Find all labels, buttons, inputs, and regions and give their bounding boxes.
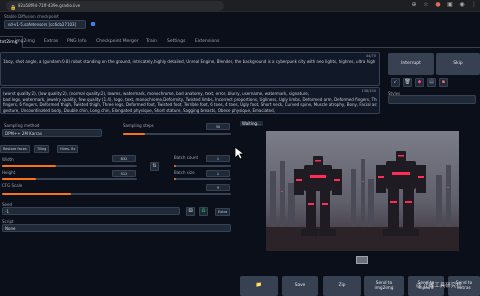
- batch-count-label: Batch count: [174, 155, 199, 160]
- sampling-steps-label: Sampling steps: [123, 123, 154, 128]
- width-label: Width: [2, 157, 14, 162]
- dice-icon[interactable]: ⚄: [186, 207, 195, 216]
- batch-count-slider[interactable]: [174, 165, 231, 167]
- cfg-scale-slider[interactable]: [2, 193, 231, 195]
- prompt-textarea[interactable]: 44/75 1boy, shot angle, a (gundam:0.8) r…: [0, 52, 380, 86]
- height-slider[interactable]: [2, 178, 137, 180]
- tab-extensions[interactable]: Extensions: [195, 36, 219, 48]
- account-icon[interactable]: ◉: [458, 1, 466, 9]
- batch-size-label: Batch size: [174, 170, 195, 175]
- hires-fix-checkbox[interactable]: Hires. fix: [57, 145, 79, 153]
- arrow-icon[interactable]: ↙: [391, 78, 400, 87]
- image-thumbnail[interactable]: [356, 256, 368, 264]
- checkpoint-label: Stable Diffusion checkpoint: [4, 14, 59, 19]
- tab-png-info[interactable]: PNG Info: [67, 36, 87, 48]
- tab-checkpoint-merger[interactable]: Checkpoint Merger: [96, 36, 139, 48]
- puzzle-icon[interactable]: ▣: [446, 1, 454, 9]
- sampling-method-dropdown[interactable]: DPM++ 2M Karras: [2, 129, 102, 137]
- slider-fill: [2, 165, 56, 167]
- interrupt-button[interactable]: Interrupt: [388, 53, 434, 75]
- seed-input[interactable]: -1: [2, 207, 180, 215]
- star-icon[interactable]: ☆: [422, 1, 430, 9]
- clipboard-icon[interactable]: ▤: [427, 78, 436, 87]
- swap-dimensions-icon[interactable]: ⇅: [150, 162, 159, 171]
- width-input[interactable]: 832: [112, 155, 136, 162]
- sampling-steps-slider[interactable]: [123, 133, 231, 135]
- watermark-text: @ 正確工具研究社: [416, 283, 462, 289]
- extra-networks-icon[interactable]: ◆: [415, 78, 424, 87]
- styles-dropdown[interactable]: [388, 95, 476, 104]
- progress-status: Waiting...: [240, 121, 263, 126]
- url-text: 82a58f94-71ff-439e.gradio.live: [18, 3, 81, 8]
- negative-prompt-line: gesture, Uncoordinated body, Double chin…: [3, 107, 275, 113]
- prompt-token-counter: 44/75: [365, 54, 376, 58]
- menu-icon[interactable]: ⋮: [470, 1, 478, 9]
- lock-icon: 🔒: [10, 5, 17, 11]
- open-folder-button[interactable]: 📁: [240, 276, 278, 296]
- browser-chrome: 🔒 82a58f94-71ff-439e.gradio.live ⊕ ☆ ● ▣…: [0, 0, 480, 12]
- slider-fill: [174, 178, 176, 180]
- slider-fill: [2, 178, 36, 180]
- negative-prompt-textarea[interactable]: 138/150 (worst quality:2), (low quality:…: [0, 87, 380, 114]
- tab-extras[interactable]: Extras: [44, 36, 58, 48]
- checkpoint-dropdown[interactable]: sd-v1-5.safetensors [cc6cb27103]: [4, 20, 86, 29]
- refresh-checkpoint-button[interactable]: [91, 22, 95, 26]
- script-dropdown[interactable]: None: [2, 224, 231, 232]
- slider-fill: [123, 133, 145, 135]
- main-tabs: txt2img img2img Extras PNG Info Checkpoi…: [0, 36, 480, 48]
- save-style-icon[interactable]: ▪: [439, 78, 448, 87]
- prompt-text: 1boy, shot angle, a (gundam:0.8) robot s…: [3, 59, 377, 64]
- mouse-cursor-icon: [234, 146, 244, 160]
- height-label: Height: [2, 170, 16, 175]
- batch-size-slider[interactable]: [174, 178, 231, 180]
- robot-scene-image: [266, 131, 459, 251]
- slider-fill: [2, 193, 71, 195]
- sampling-steps-input[interactable]: 30: [206, 123, 230, 130]
- generation-settings: Sampling method DPM++ 2M Karras Sampling…: [0, 120, 238, 240]
- trash-icon[interactable]: 🗑: [403, 78, 412, 87]
- generated-image[interactable]: [266, 131, 459, 251]
- zip-button[interactable]: Zip: [323, 276, 361, 296]
- recycle-icon[interactable]: ♻: [199, 207, 208, 216]
- sampling-method-label: Sampling method: [4, 123, 40, 128]
- tab-settings[interactable]: Settings: [167, 36, 185, 48]
- width-slider[interactable]: [2, 165, 137, 167]
- skip-button[interactable]: Skip: [436, 53, 480, 75]
- restore-faces-checkbox[interactable]: Restore faces: [0, 145, 30, 153]
- tab-img2img[interactable]: img2img: [15, 36, 35, 48]
- extra-seed-checkbox[interactable]: Extra: [215, 208, 231, 216]
- save-button[interactable]: Save: [282, 276, 318, 296]
- cfg-scale-label: CFG Scale: [2, 183, 23, 188]
- batch-count-input[interactable]: 1: [206, 155, 230, 162]
- tiling-checkbox[interactable]: Tiling: [34, 145, 50, 153]
- height-input[interactable]: 512: [112, 170, 136, 177]
- folder-icon: 📁: [255, 282, 263, 288]
- batch-size-input[interactable]: 1: [206, 170, 230, 177]
- profile-icon[interactable]: ●: [434, 1, 442, 9]
- cfg-scale-input[interactable]: 9: [206, 184, 230, 191]
- extensions-icon[interactable]: ⊕: [410, 1, 418, 9]
- tab-train[interactable]: Train: [146, 36, 157, 48]
- slider-fill: [174, 165, 176, 167]
- send-to-img2img-button[interactable]: Send to img2img: [364, 276, 404, 296]
- address-bar[interactable]: 🔒 82a58f94-71ff-439e.gradio.live: [6, 1, 224, 11]
